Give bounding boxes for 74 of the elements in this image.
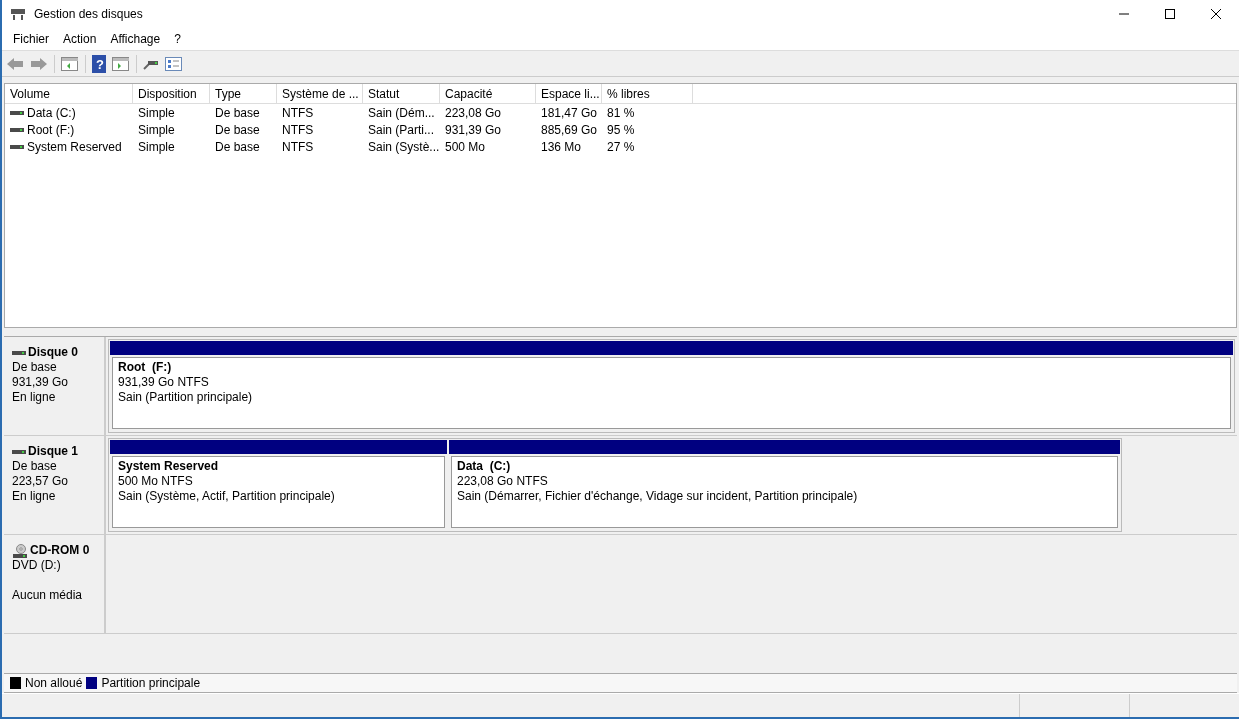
table-cell-text: Sain (Systè... — [368, 138, 440, 156]
disk-name: Disque 1 — [28, 444, 78, 459]
drive-icon — [10, 143, 24, 150]
disk-detail: 223,57 Go — [12, 474, 70, 489]
legend-label: Partition principale — [101, 675, 201, 692]
partition-size: 931,39 Go NTFS — [118, 375, 210, 390]
partition-size: 500 Mo NTFS — [118, 474, 194, 489]
disk-detail: En ligne — [12, 390, 57, 405]
menu-item[interactable]: Fichier — [6, 30, 56, 48]
table-cell-text: Data (C:) — [27, 104, 76, 122]
column-header[interactable]: Disposition — [133, 84, 210, 103]
table-cell-text: 885,69 Go — [541, 121, 598, 139]
maximize-icon — [1165, 9, 1175, 19]
column-header[interactable]: Espace li... — [536, 84, 602, 103]
table-cell-text: De base — [215, 104, 260, 122]
disk-detail: Aucun média — [12, 588, 84, 603]
partition-name: System Reserved — [118, 459, 220, 474]
partition-status: Sain (Système, Actif, Partition principale) — [118, 489, 336, 504]
table-cell-text: NTFS — [282, 121, 314, 139]
table-cell-text: Sain (Dém... — [368, 104, 435, 122]
table-cell-text: 931,39 Go — [445, 121, 502, 139]
window-title: Gestion des disques — [34, 6, 143, 23]
table-cell-text: 181,47 Go — [541, 104, 598, 122]
menu-item[interactable]: Affichage — [103, 30, 168, 48]
back-arrow-icon[interactable] — [6, 56, 24, 71]
disk-name: CD-ROM 0 — [30, 543, 90, 558]
table-cell-text: 136 Mo — [541, 138, 582, 156]
column-header[interactable]: Type — [210, 84, 277, 103]
table-cell-text: System Reserved — [27, 138, 122, 156]
app-icon — [10, 7, 26, 21]
table-cell-text: Root (F:) — [27, 121, 75, 139]
menu-item[interactable]: Action — [56, 30, 104, 48]
help-icon[interactable]: ? — [92, 54, 106, 73]
column-header[interactable]: Volume — [5, 84, 133, 103]
table-cell-text: Simple — [138, 104, 175, 122]
partition-status: Sain (Démarrer, Fichier d'échange, Vidage sur incident, Partition principale) — [457, 489, 859, 504]
disk-name: Disque 0 — [28, 345, 78, 360]
close-icon — [1211, 9, 1221, 19]
column-header[interactable]: Statut — [363, 84, 440, 103]
table-cell-text: De base — [215, 121, 260, 139]
table-cell-text: Sain (Parti... — [368, 121, 435, 139]
drive-icon — [12, 448, 26, 455]
disk-detail: De base — [12, 360, 58, 375]
disk-detail: DVD (D:) — [12, 558, 62, 573]
drive-icon — [12, 349, 26, 356]
pane-icon[interactable] — [61, 56, 79, 71]
table-cell-text: 95 % — [607, 121, 635, 139]
disk-detail: 931,39 Go — [12, 375, 70, 390]
properties-icon[interactable] — [165, 56, 183, 71]
column-header[interactable]: % libres — [602, 84, 693, 103]
drive-icon — [10, 109, 24, 116]
partition-name: Root (F:) — [118, 360, 173, 375]
table-cell-text: 500 Mo — [445, 138, 486, 156]
partition-name: Data (C:) — [457, 459, 512, 474]
forward-arrow-icon[interactable] — [30, 56, 48, 71]
pane-icon[interactable] — [112, 56, 130, 71]
cd-drive-icon — [12, 543, 28, 558]
table-cell-text: 223,08 Go — [445, 104, 502, 122]
disk-detail: En ligne — [12, 489, 57, 504]
table-cell-text: NTFS — [282, 104, 314, 122]
drive-icon — [10, 126, 24, 133]
disk-detail: De base — [12, 459, 58, 474]
column-header[interactable]: Système de ... — [277, 84, 363, 103]
menu-item[interactable]: ? — [167, 30, 188, 48]
partition-status: Sain (Partition principale) — [118, 390, 254, 405]
table-cell-text: 27 % — [607, 138, 635, 156]
table-cell-text: 81 % — [607, 104, 635, 122]
table-cell-text: Simple — [138, 121, 175, 139]
table-cell-text: NTFS — [282, 138, 314, 156]
column-header[interactable]: Capacité — [440, 84, 536, 103]
table-cell-text: Simple — [138, 138, 175, 156]
legend-label: Non alloué — [25, 675, 83, 692]
partition-size: 223,08 Go NTFS — [457, 474, 549, 489]
table-cell-text: De base — [215, 138, 260, 156]
